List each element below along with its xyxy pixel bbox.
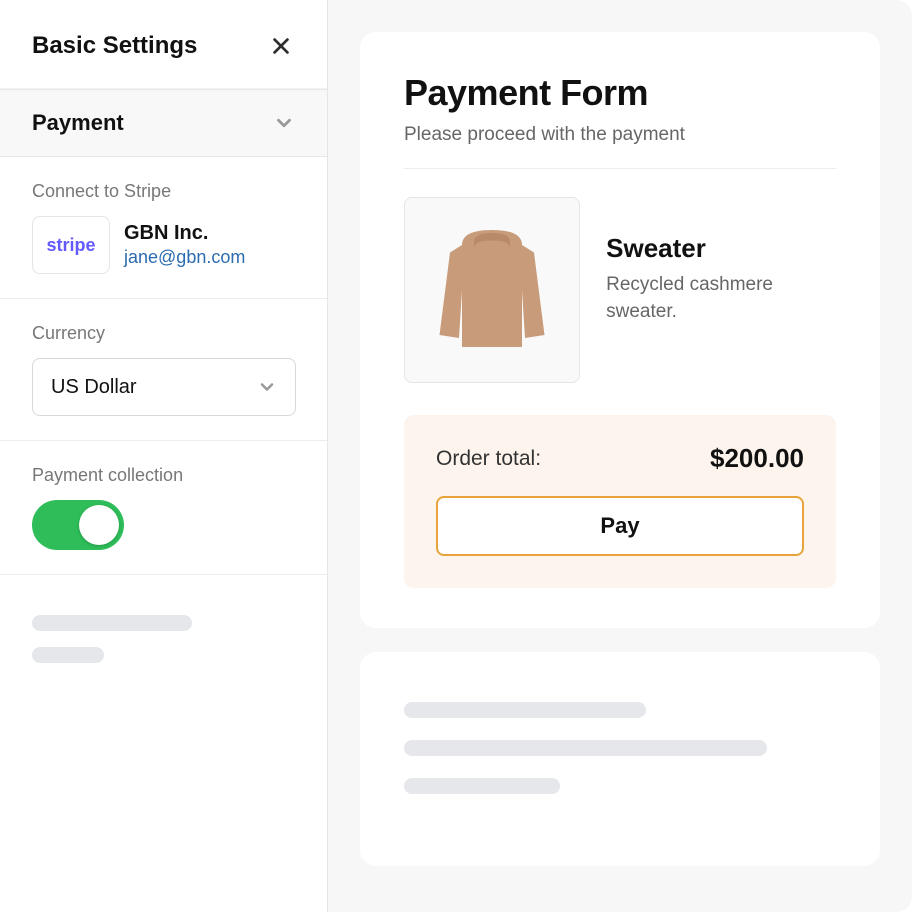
stripe-info: GBN Inc. jane@gbn.com xyxy=(124,222,245,268)
sidebar-title: Basic Settings xyxy=(32,32,197,60)
skeleton-line xyxy=(404,778,560,794)
chevron-down-icon xyxy=(257,377,277,397)
form-title: Payment Form xyxy=(404,72,836,114)
stripe-company-name: GBN Inc. xyxy=(124,222,245,245)
stripe-account-row[interactable]: stripe GBN Inc. jane@gbn.com xyxy=(32,216,295,274)
product-name: Sweater xyxy=(606,233,836,264)
currency-value: US Dollar xyxy=(51,376,137,399)
order-total-row: Order total: $200.00 xyxy=(436,443,804,474)
skeleton-line xyxy=(404,740,767,756)
app-root: Basic Settings Payment Connect to Stripe… xyxy=(0,0,912,912)
currency-block: Currency US Dollar xyxy=(0,299,327,441)
settings-sidebar: Basic Settings Payment Connect to Stripe… xyxy=(0,0,328,912)
form-subtitle: Please proceed with the payment xyxy=(404,124,836,169)
connect-stripe-block: Connect to Stripe stripe GBN Inc. jane@g… xyxy=(0,157,327,299)
toggle-knob xyxy=(79,505,119,545)
stripe-logo: stripe xyxy=(32,216,110,274)
pay-button[interactable]: Pay xyxy=(436,496,804,556)
sidebar-header: Basic Settings xyxy=(0,0,327,89)
pay-button-label: Pay xyxy=(600,513,639,539)
payment-collection-block: Payment collection xyxy=(0,441,327,575)
sweater-icon xyxy=(417,215,567,365)
skeleton-line xyxy=(32,615,192,631)
chevron-down-icon xyxy=(273,112,295,134)
section-header-payment[interactable]: Payment xyxy=(0,89,327,157)
section-title-payment: Payment xyxy=(32,110,124,136)
product-description: Recycled cashmere sweater. xyxy=(606,272,836,325)
currency-label: Currency xyxy=(32,323,295,344)
stripe-email: jane@gbn.com xyxy=(124,247,245,268)
connect-stripe-label: Connect to Stripe xyxy=(32,181,295,202)
order-total-label: Order total: xyxy=(436,447,541,471)
product-image xyxy=(404,197,580,383)
product-row: Sweater Recycled cashmere sweater. xyxy=(404,197,836,383)
product-info: Sweater Recycled cashmere sweater. xyxy=(606,197,836,325)
order-summary: Order total: $200.00 Pay xyxy=(404,415,836,588)
currency-select[interactable]: US Dollar xyxy=(32,358,296,416)
sidebar-placeholder xyxy=(0,575,327,719)
close-button[interactable] xyxy=(267,32,295,60)
main-area: Payment Form Please proceed with the pay… xyxy=(328,0,912,912)
payment-collection-label: Payment collection xyxy=(32,465,295,486)
skeleton-line xyxy=(32,647,104,663)
payment-form-card: Payment Form Please proceed with the pay… xyxy=(360,32,880,628)
skeleton-line xyxy=(404,702,646,718)
secondary-card-placeholder xyxy=(360,652,880,866)
payment-collection-toggle[interactable] xyxy=(32,500,124,550)
order-total-amount: $200.00 xyxy=(710,443,804,474)
close-icon xyxy=(270,35,292,57)
